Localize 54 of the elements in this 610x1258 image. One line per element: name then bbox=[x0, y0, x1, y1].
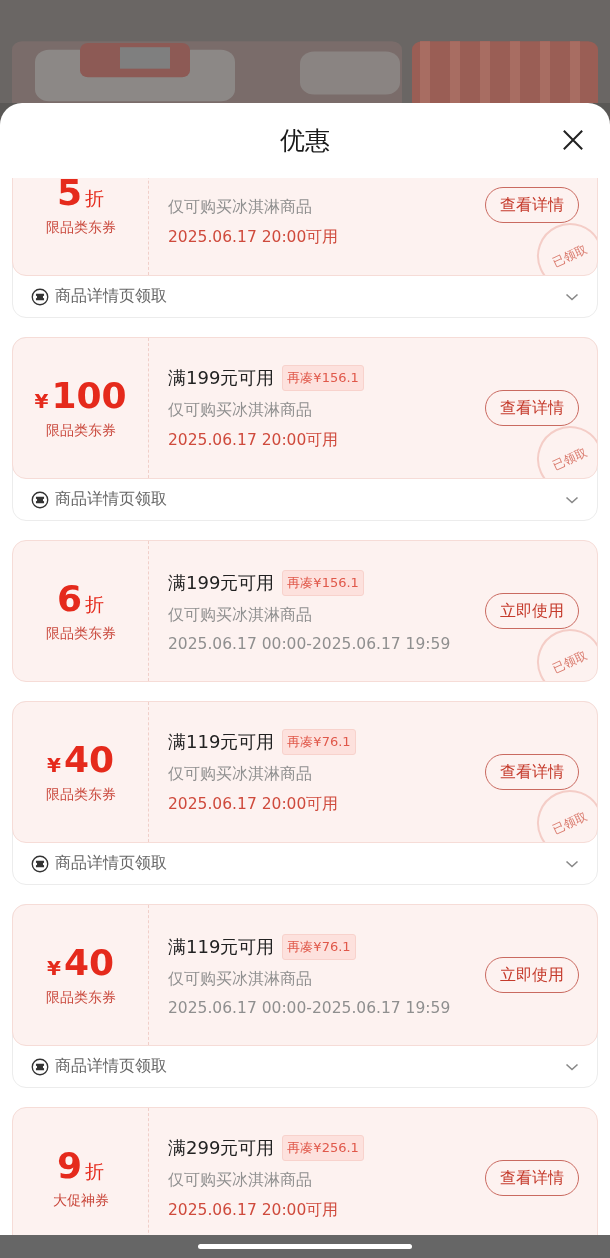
ticket-icon bbox=[31, 287, 49, 306]
coupon-amount: 40 bbox=[63, 740, 114, 780]
chevron-down-icon[interactable] bbox=[565, 858, 579, 869]
currency-symbol: ¥ bbox=[47, 956, 61, 980]
coupon-condition: 满119元可用 bbox=[168, 934, 275, 959]
validity-date: 2025.06.17 20:00可用 bbox=[168, 430, 340, 451]
currency-symbol: ¥ bbox=[47, 753, 61, 777]
coupon-amount: 100 bbox=[51, 376, 127, 416]
coupon-scope: 仅可购买冰淇淋商品 bbox=[168, 400, 313, 421]
ticket-icon bbox=[31, 854, 49, 873]
coupon-type: 限品类东券 bbox=[45, 219, 116, 237]
coupon-amount: 6 bbox=[56, 579, 83, 619]
coupon-scope: 仅可购买冰淇淋商品 bbox=[168, 1170, 313, 1191]
sheet-title: 优惠 bbox=[280, 125, 330, 157]
chevron-down-icon[interactable] bbox=[565, 291, 579, 302]
remaining-tag: 再凑¥256.1 bbox=[282, 1135, 364, 1161]
discount-unit: 折 bbox=[85, 186, 105, 211]
validity-date: 2025.06.17 20:00可用 bbox=[168, 794, 340, 815]
currency-symbol: ¥ bbox=[34, 389, 49, 413]
coupon-condition: 满299元可用 bbox=[168, 1136, 275, 1160]
coupon-type: 限品类东券 bbox=[45, 989, 116, 1007]
coupon-amount: 5 bbox=[56, 178, 83, 213]
discount-unit: 折 bbox=[85, 1159, 105, 1184]
coupon-condition: 满119元可用 bbox=[168, 730, 275, 754]
coupon-condition: 满199元可用 bbox=[168, 366, 275, 390]
coupon-type: 限品类东券 bbox=[45, 625, 116, 643]
coupon-scope: 仅可购买冰淇淋商品 bbox=[168, 968, 313, 990]
chevron-down-icon[interactable] bbox=[565, 494, 579, 505]
coupon-type: 大促神券 bbox=[52, 1192, 109, 1210]
validity-date: 2025.06.17 20:00可用 bbox=[168, 227, 340, 248]
claim-source: 商品详情页领取 bbox=[55, 286, 168, 307]
coupon-type: 限品类东券 bbox=[45, 422, 116, 440]
validity-date: 2025.06.17 00:00-2025.06.17 19:59 bbox=[168, 634, 452, 653]
coupon-amount: 9 bbox=[56, 1146, 83, 1186]
remaining-tag: 再凑¥156.1 bbox=[282, 365, 364, 391]
validity-date: 2025.06.17 00:00-2025.06.17 19:59 bbox=[168, 998, 452, 1017]
coupon-condition: 满199元可用 bbox=[168, 570, 275, 595]
claim-source: 商品详情页领取 bbox=[55, 853, 168, 874]
ticket-icon bbox=[31, 490, 49, 509]
remaining-tag: 再凑¥156.1 bbox=[282, 569, 364, 596]
coupon-type: 限品类东券 bbox=[45, 786, 116, 804]
remaining-tag: 再凑¥76.1 bbox=[282, 729, 356, 755]
chevron-down-icon[interactable] bbox=[565, 1061, 579, 1072]
remaining-tag: 再凑¥76.1 bbox=[282, 933, 356, 960]
claim-source: 商品详情页领取 bbox=[55, 489, 168, 510]
discount-unit: 折 bbox=[85, 592, 105, 617]
coupon-scope: 仅可购买冰淇淋商品 bbox=[168, 764, 313, 785]
claim-source: 商品详情页领取 bbox=[55, 1056, 168, 1077]
validity-date: 2025.06.17 20:00可用 bbox=[168, 1200, 340, 1221]
coupon-scope: 仅可购买冰淇淋商品 bbox=[168, 604, 313, 626]
close-icon[interactable] bbox=[562, 129, 584, 151]
coupon-amount: 40 bbox=[63, 943, 114, 983]
ticket-icon bbox=[31, 1057, 49, 1076]
coupon-scope: 仅可购买冰淇淋商品 bbox=[168, 197, 313, 218]
